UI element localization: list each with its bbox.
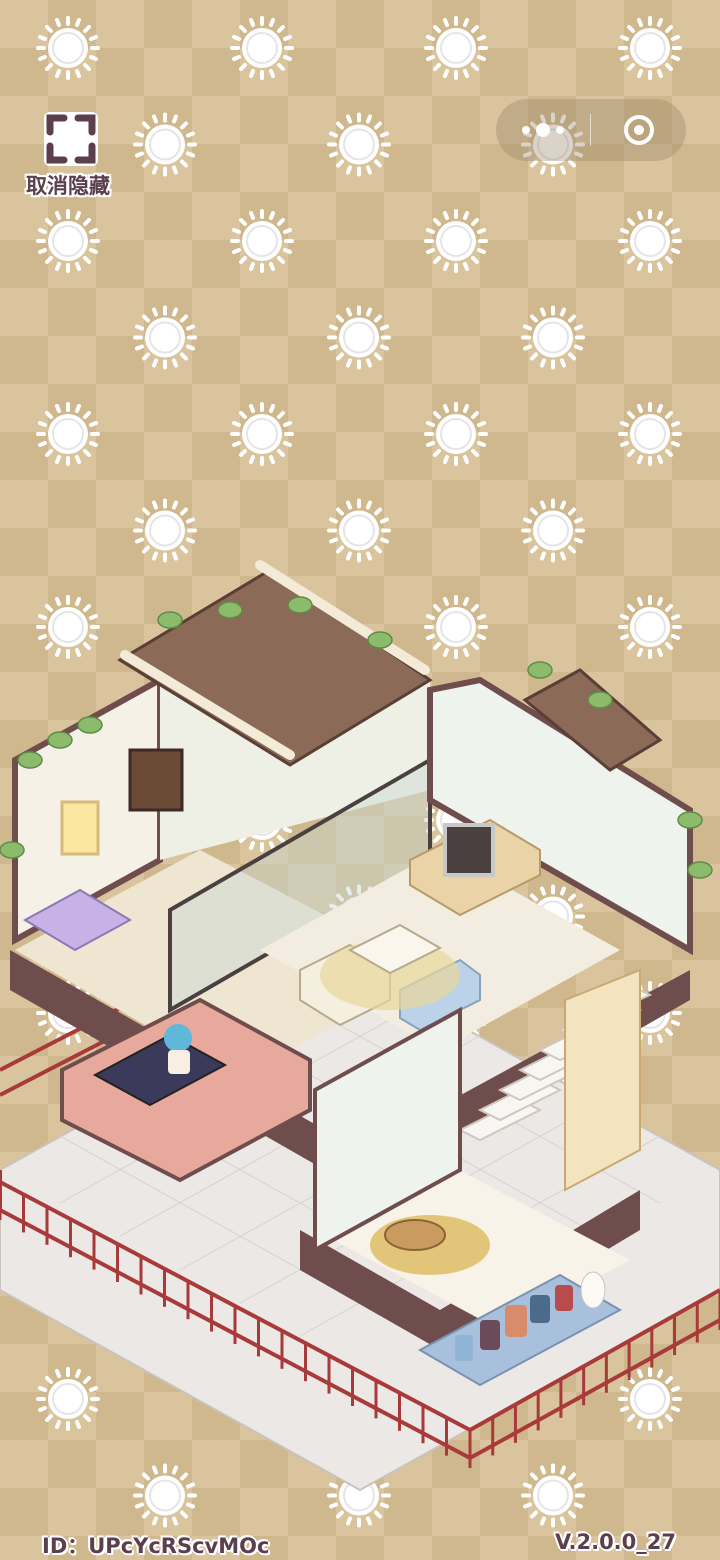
player-id: ID：UPcYcRScvMOc: [42, 1534, 270, 1558]
unhide-label: 取消隐藏: [26, 174, 110, 198]
sun-icon: [618, 402, 682, 466]
window-lit: [60, 800, 100, 856]
character-body: [168, 1050, 190, 1074]
sun-icon: [521, 305, 585, 370]
sun-icon: [618, 16, 682, 80]
capsule-divider: [590, 114, 591, 146]
sun-icon: [230, 16, 294, 80]
sun-icon: [424, 209, 488, 273]
target-ring-icon: [624, 115, 654, 145]
shelf-unit: [564, 968, 641, 1192]
more-button[interactable]: [496, 99, 590, 161]
unhide-button[interactable]: 取消隐藏: [16, 108, 124, 200]
sun-icon: [424, 16, 488, 80]
window-blinds: [128, 748, 184, 812]
sun-icon: [618, 209, 682, 273]
expand-corners-icon: [44, 112, 98, 166]
sun-icon: [36, 209, 100, 273]
more-dots-icon: [522, 123, 564, 137]
rabbit-figure: [580, 1271, 606, 1309]
sun-icon: [327, 305, 391, 370]
sun-icon: [230, 402, 294, 466]
sun-icon: [230, 209, 294, 273]
sun-icon: [133, 305, 197, 370]
sun-icon: [327, 112, 391, 177]
sun-icon: [424, 402, 488, 466]
sun-icon: [133, 112, 197, 177]
house-scene[interactable]: [0, 530, 720, 1510]
character-head: [164, 1024, 192, 1052]
sun-icon: [36, 16, 100, 80]
round-dining-table: [384, 1219, 446, 1251]
version-label: V.2.0.0_27: [554, 1530, 676, 1554]
sun-icon: [36, 402, 100, 466]
television: [443, 823, 495, 877]
mini-program-capsule: [496, 99, 686, 161]
close-button[interactable]: [592, 99, 686, 161]
